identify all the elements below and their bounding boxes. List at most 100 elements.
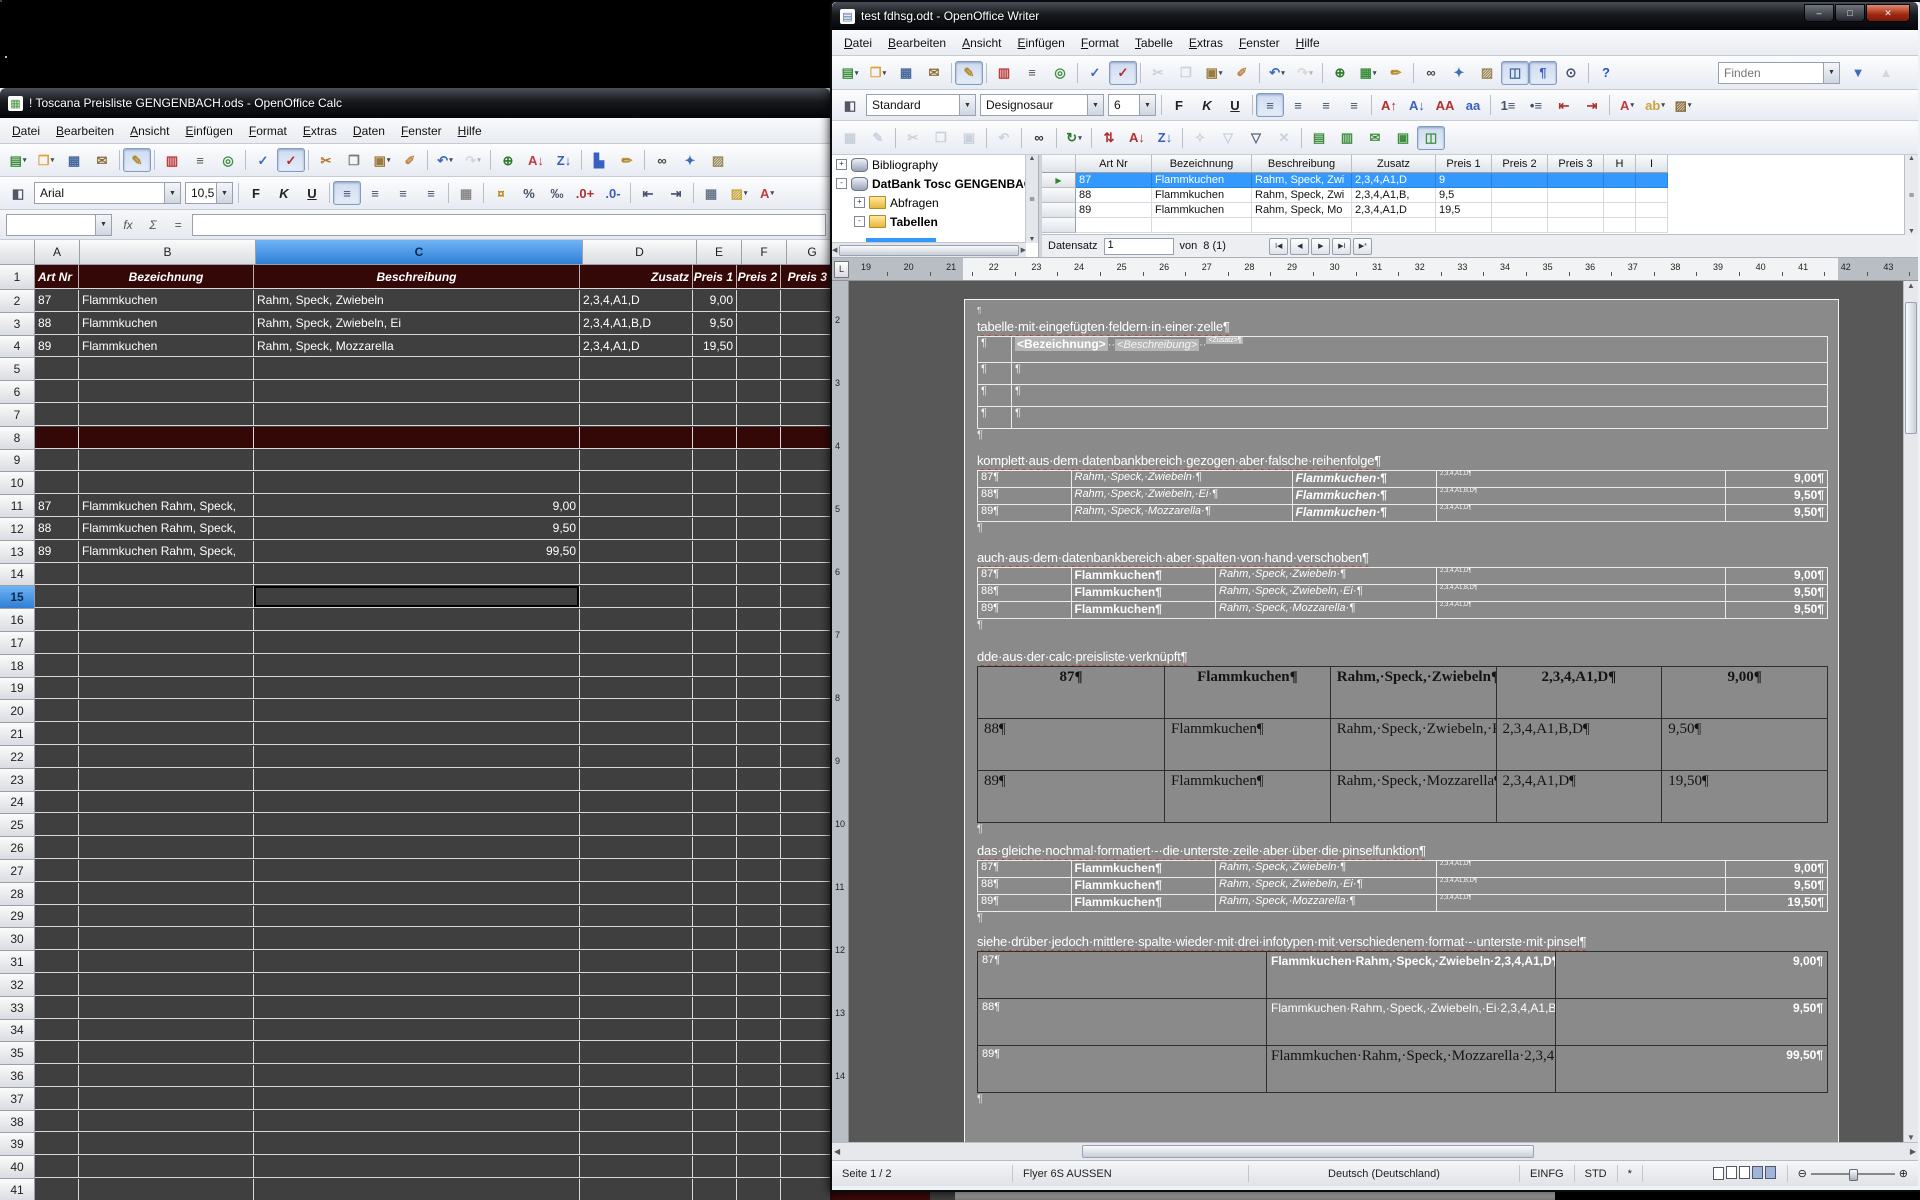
- cell-F5[interactable]: [737, 358, 781, 380]
- cell-G8[interactable]: [781, 427, 830, 449]
- cell-B34[interactable]: [79, 1020, 254, 1042]
- cell-D41[interactable]: [580, 1179, 693, 1200]
- cell-A2[interactable]: 87: [35, 290, 79, 312]
- cell-C41[interactable]: [254, 1179, 580, 1200]
- cell-C4[interactable]: Rahm, Speck, Mozzarella: [254, 336, 580, 358]
- grow-font-icon[interactable]: A↑: [1375, 93, 1403, 117]
- tree-item-abfragen[interactable]: +Abfragen: [832, 193, 1038, 212]
- cell-G41[interactable]: [781, 1179, 830, 1200]
- cell-G6[interactable]: [781, 381, 830, 403]
- cell-D10[interactable]: [580, 472, 693, 494]
- tree-horizontal-scrollbar[interactable]: ◀▶: [832, 242, 1026, 257]
- menu-datei[interactable]: Datei: [836, 34, 880, 52]
- expand-icon[interactable]: +: [854, 197, 865, 208]
- cell-G3[interactable]: [781, 313, 830, 335]
- cell-E3[interactable]: 9,50: [693, 313, 737, 335]
- cell-C38[interactable]: [254, 1111, 580, 1133]
- sort-descending-icon[interactable]: Z↓: [1151, 126, 1179, 150]
- cell-E7[interactable]: [693, 404, 737, 426]
- cell-B31[interactable]: [79, 951, 254, 973]
- cell-A19[interactable]: [35, 678, 79, 700]
- cell-D6[interactable]: [580, 381, 693, 403]
- column-header-G[interactable]: G: [787, 240, 830, 265]
- cell-F32[interactable]: [737, 974, 781, 996]
- cell-D40[interactable]: [580, 1156, 693, 1178]
- cell-A41[interactable]: [35, 1179, 79, 1200]
- cut-icon[interactable]: ✂: [312, 148, 340, 172]
- increase-indent-icon[interactable]: ⇥: [662, 181, 690, 205]
- align-center-icon[interactable]: ≡: [361, 181, 389, 205]
- doc-cell[interactable]: 9,00¶: [1726, 471, 1828, 488]
- book-view-icon[interactable]: [1751, 1166, 1777, 1182]
- standard-format-icon[interactable]: ‰: [543, 181, 571, 205]
- doc-cell[interactable]: 87¶: [978, 861, 1072, 878]
- cell-D18[interactable]: [580, 655, 693, 677]
- doc-cell[interactable]: 87¶: [978, 952, 1267, 999]
- doc-cell[interactable]: Flammkuchen·Rahm,·Speck,·Zwiebeln,·Ei·2,…: [1267, 999, 1556, 1046]
- cell-G26[interactable]: [781, 837, 830, 859]
- chevron-down-icon[interactable]: ▼: [164, 183, 180, 203]
- underline-icon[interactable]: U: [298, 181, 326, 205]
- cell-F40[interactable]: [737, 1156, 781, 1178]
- grid-cell[interactable]: [1492, 203, 1548, 218]
- cell-B1[interactable]: Bezeichnung: [79, 265, 254, 289]
- tree-item-bibliography[interactable]: +Bibliography: [832, 155, 1038, 174]
- bold-icon[interactable]: F: [242, 181, 270, 205]
- cell-G4[interactable]: [781, 336, 830, 358]
- cell-F33[interactable]: [737, 997, 781, 1019]
- menu-daten[interactable]: Daten: [345, 122, 393, 140]
- cell-E14[interactable]: [693, 564, 737, 586]
- cell-B10[interactable]: [79, 472, 254, 494]
- scrollbar-thumb[interactable]: [1082, 1145, 1534, 1158]
- grid-cell[interactable]: [1548, 173, 1604, 188]
- find-record-icon[interactable]: ∞: [1025, 126, 1053, 150]
- menu-bearbeiten[interactable]: Bearbeiten: [880, 34, 954, 52]
- increase-indent-icon[interactable]: ⇥: [1578, 93, 1606, 117]
- row-header-32[interactable]: 32: [0, 974, 35, 997]
- cell-G13[interactable]: [781, 541, 830, 563]
- doc-cell[interactable]: Rahm,·Speck,·Mozzarella·¶: [1216, 895, 1437, 912]
- doc-cell[interactable]: 9,50¶: [1726, 585, 1828, 602]
- bold-icon[interactable]: F: [1165, 93, 1193, 117]
- cell-F29[interactable]: [737, 906, 781, 928]
- cell-C2[interactable]: Rahm, Speck, Zwiebeln: [254, 290, 580, 312]
- scroll-up-icon[interactable]: ▲: [1907, 281, 1915, 290]
- column-header-B[interactable]: B: [80, 240, 256, 265]
- cell-E31[interactable]: [693, 951, 737, 973]
- doc-cell[interactable]: Rahm,·Speck,·Zwiebeln·¶: [1216, 861, 1437, 878]
- spellcheck-icon[interactable]: ✓: [249, 148, 277, 172]
- grid-cell[interactable]: [1636, 173, 1668, 188]
- cell-E4[interactable]: 19,50: [693, 336, 737, 358]
- doc-cell[interactable]: 2,3,4,A1,D¶: [1437, 861, 1726, 878]
- grid-cell[interactable]: 89: [1076, 203, 1152, 218]
- column-header-E[interactable]: E: [697, 240, 742, 265]
- cell-C39[interactable]: [254, 1133, 580, 1155]
- grid-cell[interactable]: [1492, 173, 1548, 188]
- cell-E8[interactable]: [693, 427, 737, 449]
- cell-D7[interactable]: [580, 404, 693, 426]
- print-icon[interactable]: ≡: [1018, 61, 1046, 85]
- background-color-icon[interactable]: ▨▾: [725, 181, 753, 205]
- font-size-combo[interactable]: 6▼: [1108, 94, 1156, 116]
- cell-E27[interactable]: [693, 860, 737, 882]
- cell-A26[interactable]: [35, 837, 79, 859]
- export-pdf-icon[interactable]: ▥: [990, 61, 1018, 85]
- row-header-5[interactable]: 5: [0, 358, 35, 381]
- cell-A40[interactable]: [35, 1156, 79, 1178]
- align-right-icon[interactable]: ≡: [1312, 93, 1340, 117]
- horizontal-ruler[interactable]: L 19202122232425262728293031323334353637…: [832, 258, 1918, 281]
- cell-G34[interactable]: [781, 1020, 830, 1042]
- select-all-corner[interactable]: [0, 240, 35, 265]
- status-insert-mode[interactable]: EINFG: [1520, 1165, 1575, 1182]
- scroll-left-icon[interactable]: ◀: [834, 1147, 840, 1156]
- zoom-in-icon[interactable]: ⊕: [1899, 1167, 1908, 1180]
- borders-icon[interactable]: ▦: [697, 181, 725, 205]
- cell-A3[interactable]: 88: [35, 313, 79, 335]
- cell-D23[interactable]: [580, 769, 693, 791]
- edit-file-icon[interactable]: ✎: [123, 148, 151, 172]
- cell-D4[interactable]: 2,3,4,A1,D: [580, 336, 693, 358]
- cell-C9[interactable]: [254, 450, 580, 472]
- data-to-text-icon[interactable]: ▤: [1305, 126, 1333, 150]
- cell-F34[interactable]: [737, 1020, 781, 1042]
- cell-G11[interactable]: [781, 495, 830, 517]
